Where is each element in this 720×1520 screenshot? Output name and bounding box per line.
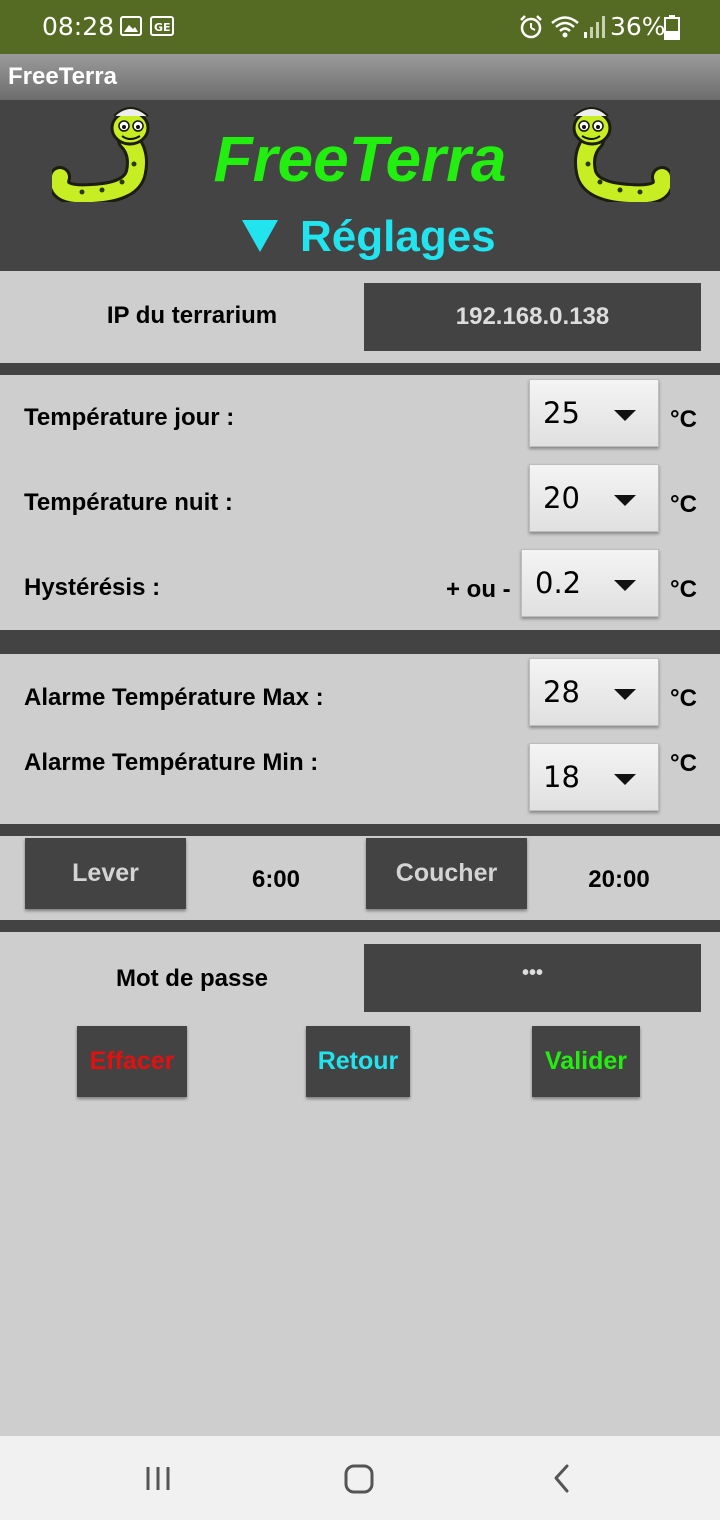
- clear-button[interactable]: Effacer: [77, 1026, 187, 1097]
- alarm-min-dropdown[interactable]: 18: [529, 743, 659, 811]
- battery-percent: 36%: [610, 12, 666, 41]
- app-bar: FreeTerra: [0, 54, 720, 100]
- svg-text:GE: GE: [154, 21, 171, 34]
- dropdown-arrow-icon: [614, 410, 636, 421]
- unit-label: °C: [670, 491, 697, 518]
- dropdown-value: 0.2: [535, 566, 582, 600]
- unit-label: °C: [670, 406, 697, 433]
- signal-icon: [584, 16, 605, 38]
- battery-icon: [664, 15, 680, 40]
- day-temperature-dropdown[interactable]: 25: [529, 379, 659, 447]
- dropdown-arrow-icon: [614, 495, 636, 506]
- sunrise-time: 6:00: [251, 866, 301, 893]
- section-title: Réglages: [300, 212, 496, 261]
- sunset-button[interactable]: Coucher: [366, 838, 527, 909]
- divider: [0, 363, 720, 375]
- password-field[interactable]: •••: [364, 944, 701, 1012]
- status-bar: 08:28 GE 36%: [0, 0, 720, 54]
- ip-field[interactable]: 192.168.0.138: [364, 283, 701, 351]
- snake-mascot-icon: [572, 107, 670, 202]
- night-temperature-label: Température nuit :: [24, 489, 233, 516]
- dropdown-arrow-icon: [614, 580, 636, 591]
- hysteresis-dropdown[interactable]: 0.2: [521, 549, 659, 617]
- app-title: FreeTerra: [8, 63, 117, 90]
- dropdown-value: 18: [543, 760, 580, 794]
- dropdown-arrow-icon: [614, 689, 636, 700]
- divider: [0, 920, 720, 932]
- divider: [0, 630, 720, 654]
- submit-button[interactable]: Valider: [532, 1026, 640, 1097]
- back-button[interactable]: Retour: [306, 1026, 410, 1097]
- header-banner: FreeTerra Réglages: [0, 100, 720, 271]
- gallery-icon: [120, 16, 142, 36]
- back-icon[interactable]: [550, 1463, 574, 1495]
- divider: [0, 824, 720, 836]
- alarm-icon: [520, 15, 542, 39]
- recent-apps-icon[interactable]: [144, 1464, 174, 1492]
- unit-label: °C: [670, 685, 697, 712]
- collapse-triangle-icon[interactable]: [242, 220, 278, 252]
- unit-label: °C: [670, 576, 697, 603]
- wifi-icon: [551, 16, 579, 38]
- dropdown-arrow-icon: [614, 774, 636, 785]
- alarm-min-label: Alarme Température Min :: [24, 749, 319, 776]
- sunrise-button[interactable]: Lever: [25, 838, 186, 909]
- unit-label: °C: [670, 750, 697, 777]
- day-temperature-label: Température jour :: [24, 404, 235, 431]
- night-temperature-dropdown[interactable]: 20: [529, 464, 659, 532]
- ip-label: IP du terrarium: [106, 302, 278, 329]
- hysteresis-label: Hystérésis :: [24, 574, 161, 601]
- navigation-bar: [0, 1436, 720, 1520]
- dropdown-value: 25: [543, 396, 580, 430]
- alarm-max-label: Alarme Température Max :: [24, 684, 324, 711]
- dropdown-value: 20: [543, 481, 580, 515]
- alarm-max-dropdown[interactable]: 28: [529, 658, 659, 726]
- status-time: 08:28: [42, 12, 115, 41]
- password-label: Mot de passe: [115, 965, 269, 992]
- home-icon[interactable]: [343, 1463, 375, 1495]
- dropdown-value: 28: [543, 675, 580, 709]
- sim-icon: GE: [150, 16, 174, 36]
- sunset-time: 20:00: [588, 866, 650, 893]
- hysteresis-prefix: + ou -: [446, 576, 511, 603]
